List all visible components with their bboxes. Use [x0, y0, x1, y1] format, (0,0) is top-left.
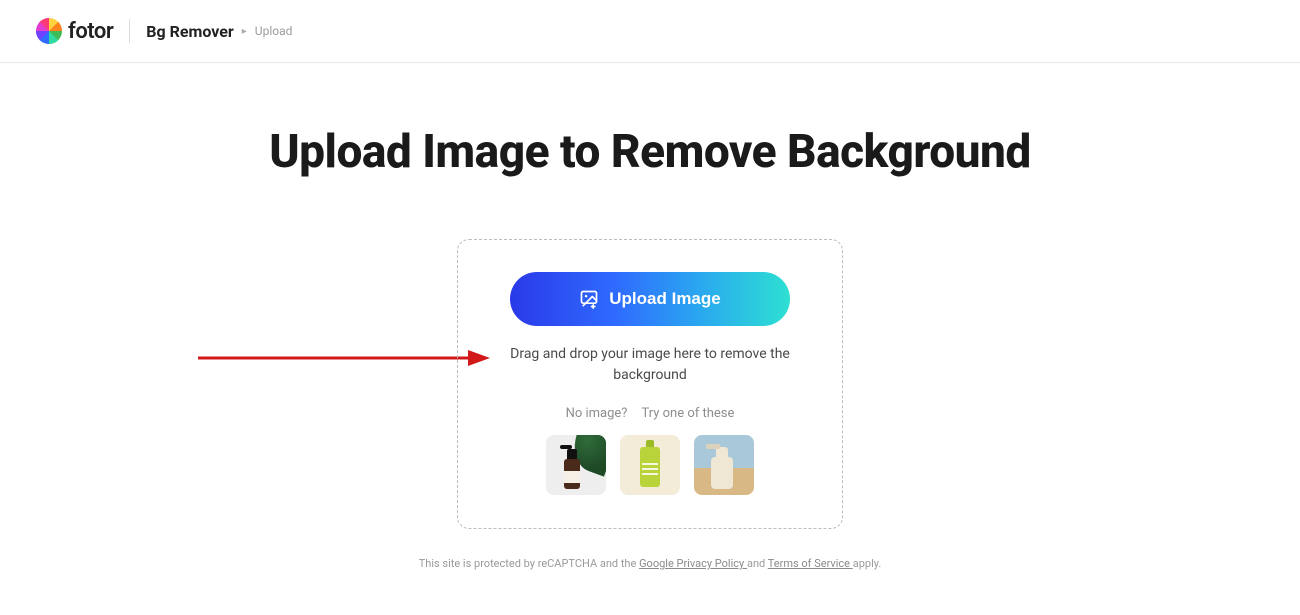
try-label: Try one of these: [641, 406, 734, 421]
sample-image-1[interactable]: [546, 435, 606, 495]
page-title: Upload Image to Remove Background: [269, 125, 1031, 179]
breadcrumb-section[interactable]: Bg Remover: [146, 22, 234, 41]
image-upload-icon: [579, 289, 599, 309]
brand-name: fotor: [68, 19, 113, 44]
footer-mid: and: [747, 557, 768, 570]
upload-dropzone[interactable]: Upload Image Drag and drop your image he…: [457, 239, 843, 529]
header: fotor Bg Remover ▸ Upload: [0, 0, 1300, 63]
recaptcha-notice: This site is protected by reCAPTCHA and …: [419, 557, 882, 570]
main-content: Upload Image to Remove Background Upload…: [0, 63, 1300, 570]
header-divider: [129, 19, 130, 43]
footer-suffix: apply.: [853, 557, 882, 570]
terms-of-service-link[interactable]: Terms of Service: [768, 557, 853, 570]
privacy-policy-link[interactable]: Google Privacy Policy: [639, 557, 747, 570]
footer-prefix: This site is protected by reCAPTCHA and …: [419, 557, 639, 570]
no-image-label: No image?: [566, 406, 628, 421]
sample-image-3[interactable]: [694, 435, 754, 495]
sample-prompt: No image? Try one of these: [566, 406, 735, 421]
upload-button-label: Upload Image: [609, 289, 720, 309]
dropzone-hint: Drag and drop your image here to remove …: [490, 344, 810, 386]
chevron-right-icon: ▸: [242, 26, 247, 37]
fotor-logo-icon: [36, 18, 62, 44]
annotation-arrow: [198, 348, 490, 368]
breadcrumb: Bg Remover ▸ Upload: [146, 22, 292, 41]
breadcrumb-current: Upload: [255, 24, 293, 38]
brand-logo[interactable]: fotor: [36, 18, 113, 44]
sample-image-2[interactable]: [620, 435, 680, 495]
upload-image-button[interactable]: Upload Image: [510, 272, 790, 326]
sample-images-row: [546, 435, 754, 495]
